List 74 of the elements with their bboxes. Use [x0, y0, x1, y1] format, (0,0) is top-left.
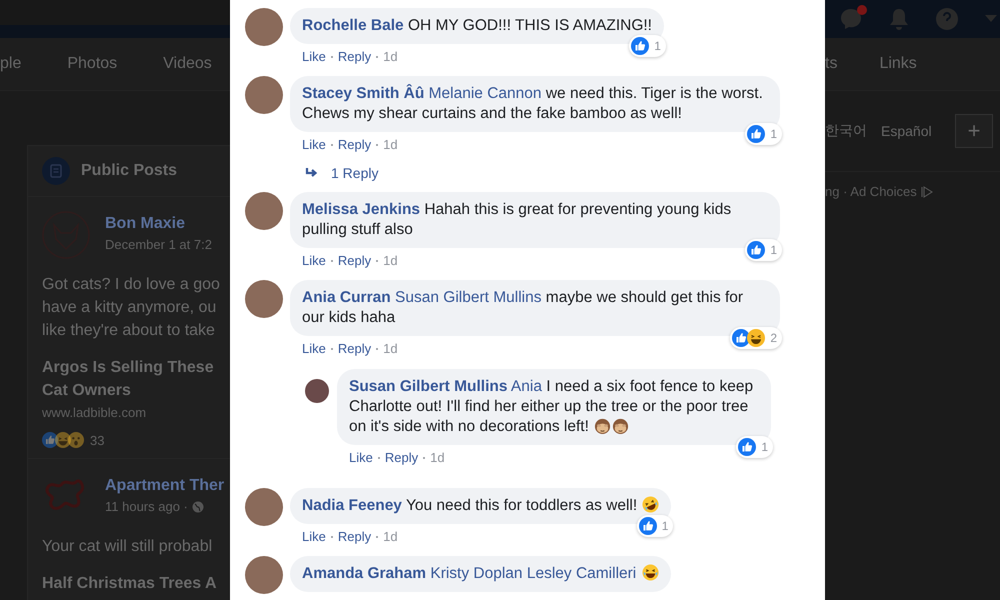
reply-link[interactable]: Reply — [338, 253, 372, 269]
reaction-count: 1 — [770, 243, 777, 257]
like-link[interactable]: Like — [302, 137, 326, 153]
mention-link[interactable]: Melanie Cannon — [428, 85, 542, 102]
author-link[interactable]: Ania Curran — [302, 289, 391, 306]
document-icon — [42, 157, 70, 185]
avatar-photo[interactable] — [305, 379, 329, 403]
comment-time: 1d — [383, 341, 398, 357]
comment-text: Ania Curran Susan Gilbert Mullins maybe we should get this for our kids haha — [302, 288, 744, 328]
like-link[interactable]: Like — [302, 253, 326, 269]
reaction-count: 1 — [770, 127, 777, 141]
avatar-photo[interactable] — [245, 488, 283, 526]
laughing-reaction-icon — [747, 329, 766, 347]
play-icon — [920, 186, 935, 198]
like-reaction-icon — [638, 517, 657, 535]
comment-text: Nadia Feeney You need this for toddlers as well! — [302, 496, 660, 516]
mention-link[interactable]: Ania — [510, 378, 542, 395]
monkey-emoji-icon — [594, 417, 612, 434]
reaction-count: 33 — [90, 432, 104, 448]
laughing-emoji-icon — [642, 564, 659, 581]
mention-link[interactable]: Kristy Doplan Lesley Camilleri — [430, 565, 636, 582]
comment-time: 1d — [383, 253, 398, 269]
comment-text: Stacey Smith Âû Melanie Cannon we need this. Tiger is the worst. Chews my shear curtains and the fake bamboo as well! — [302, 84, 764, 124]
comment-text: Rochelle Bale OH MY GOD!!! THIS IS AMAZING!! — [302, 16, 652, 36]
avatar-photo[interactable] — [245, 556, 283, 594]
monkey-emoji-icon — [612, 417, 630, 434]
like-reaction-icon — [747, 241, 766, 259]
reply-link[interactable]: Reply — [338, 341, 372, 357]
reply-arrow-icon — [305, 167, 319, 179]
author-link[interactable]: Melissa Jenkins — [302, 201, 420, 218]
like-reaction-icon — [42, 432, 58, 448]
avatar-photo[interactable] — [245, 76, 283, 114]
like-link[interactable]: Like — [349, 450, 373, 466]
reply-link[interactable]: Reply — [338, 529, 372, 545]
like-link[interactable]: Like — [302, 341, 326, 357]
mention-link[interactable]: Susan Gilbert Mullins — [395, 289, 542, 306]
post-text: like they're about to take — [42, 321, 216, 341]
comment-time: 1d — [383, 49, 398, 65]
like-reaction-icon — [738, 438, 756, 456]
comment-text: Melissa Jenkins Hahah this is great for preventing young kids pulling stuff also — [302, 200, 732, 240]
post-text: Your cat will still probabl — [42, 537, 214, 557]
section-title: Public Posts — [81, 162, 178, 180]
author-link[interactable]: Amanda Graham — [302, 565, 426, 582]
comment-time: 1d — [383, 529, 398, 545]
surprised-reaction-icon — [68, 432, 84, 448]
like-link[interactable]: Like — [302, 49, 326, 65]
laughing-reaction-icon — [55, 432, 71, 448]
author-link[interactable]: Nadia Feeney — [302, 497, 402, 514]
link-domain: www.ladbible.com — [42, 405, 148, 420]
comment-text: Susan Gilbert Mullins Ania I need a six foot fence to keep Charlotte out! I'll find her either up the tree or the poor tree on it's side with no decorations left! — [349, 377, 754, 437]
avatar-photo[interactable] — [245, 192, 283, 230]
author-link[interactable]: Rochelle Bale — [302, 17, 404, 34]
like-reaction-icon — [747, 125, 766, 143]
avatar-photo[interactable] — [245, 8, 283, 46]
reaction-count: 1 — [761, 440, 768, 454]
comment-time: 1d — [430, 450, 445, 466]
view-replies-link[interactable]: 1 Reply — [331, 165, 378, 181]
reply-link[interactable]: Reply — [338, 137, 372, 153]
post-text: have a kitty anymore, ou — [42, 298, 218, 318]
reaction-count: 1 — [654, 39, 661, 53]
reaction-count: 2 — [770, 331, 777, 345]
author-link[interactable]: Susan Gilbert Mullins — [349, 378, 508, 395]
avatar-photo[interactable] — [245, 280, 283, 318]
laughing-emoji-icon — [642, 496, 660, 513]
post-text: Got cats? I do love a goo — [42, 275, 221, 295]
like-reaction-icon — [631, 37, 650, 55]
post-author[interactable]: Apartment Ther — [105, 477, 224, 495]
post-author[interactable]: Bon Maxie — [105, 215, 212, 233]
like-link[interactable]: Like — [302, 529, 326, 545]
reply-link[interactable]: Reply — [384, 450, 418, 466]
comment-time: 1d — [383, 137, 398, 153]
author-link[interactable]: Stacey Smith Âû — [302, 85, 424, 102]
reply-link[interactable]: Reply — [338, 49, 372, 65]
reaction-count: 1 — [662, 519, 668, 533]
